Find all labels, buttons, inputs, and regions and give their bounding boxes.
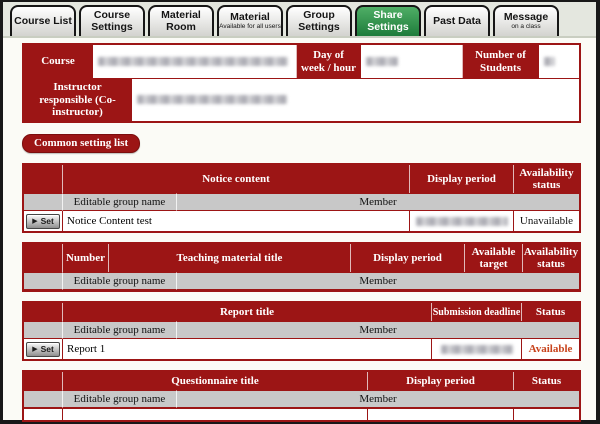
subheader-member: Member [176,321,579,339]
common-setting-list-button[interactable]: Common setting list [22,134,140,153]
subheader-member: Member [176,390,579,408]
header-cell-empty [24,165,62,193]
header-cell-display-period: Display period [367,372,513,390]
questionnaire-table: Questionnaire title Display period Statu… [22,370,581,422]
header-cell-number: Number [62,244,108,272]
notice-display-period-cell [409,211,513,231]
header-cell-availability-status: Availability status [522,244,579,272]
report-status-cell: Available [521,339,579,359]
app-window: { "tabs": [ {"label": "Course List"}, {"… [0,0,600,424]
course-info-row-2: Instructor responsible (Co-instructor) [24,78,579,121]
tab-label: Course List [14,16,72,27]
header-cell-empty [24,303,62,321]
play-icon: ▶ [32,346,37,353]
material-table-header: Number Teaching material title Display p… [24,244,579,272]
subheader-member: Member [176,272,579,290]
subheader-cell-empty [24,193,62,211]
redacted-submission-deadline [441,345,513,354]
header-cell-notice-content: Notice content [62,165,409,193]
tab-label: Message [504,12,548,23]
redacted-instructor-names [137,95,287,104]
set-button-label: Set [41,216,54,226]
instructor-label: Instructor responsible (Co-instructor) [24,79,131,121]
subheader-editable-group-name: Editable group name [62,321,176,339]
set-button-cell: ▶ Set [24,339,62,359]
set-button-cell: ▶ Set [24,211,62,231]
material-table-subheader: Editable group name Member [24,272,579,290]
tab-label: Group Settings [288,10,350,32]
tab-material[interactable]: Material Available for all users [217,5,283,36]
notice-table-subheader: Editable group name Member [24,193,579,211]
tab-label: Past Data [433,16,481,27]
students-label: Number of Students [462,45,538,78]
report-table-subheader: Editable group name Member [24,321,579,339]
day-of-week-value-cell [360,45,462,78]
tab-sublabel: Available for all users [219,24,281,31]
questionnaire-table-clipped-row [24,408,579,420]
redacted-day-of-week [366,57,398,66]
notice-table: Notice content Display period Availabili… [22,163,581,233]
tab-message[interactable]: Message on a class [493,5,559,36]
notice-table-row: ▶ Set Notice Content test Unavailable [24,211,579,231]
tab-group-settings[interactable]: Group Settings [286,5,352,36]
tab-label: Course Settings [81,10,143,32]
questionnaire-table-subheader: Editable group name Member [24,390,579,408]
report-table-header: Report title Submission deadline Status [24,303,579,321]
tab-course-settings[interactable]: Course Settings [79,5,145,36]
students-value-cell [538,45,579,78]
header-cell-display-period: Display period [409,165,513,193]
questionnaire-table-header: Questionnaire title Display period Statu… [24,372,579,390]
subheader-member: Member [176,193,579,211]
header-cell-available-target: Available target [464,244,522,272]
tab-bar: Course List Course Settings Material Roo… [3,2,596,38]
redacted-student-count [544,57,555,66]
teaching-material-table: Number Teaching material title Display p… [22,242,581,292]
report-table: Report title Submission deadline Status … [22,301,581,361]
play-icon: ▶ [32,218,37,225]
tab-material-room[interactable]: Material Room [148,5,214,36]
tab-share-settings[interactable]: Share Settings [355,5,421,36]
notice-status-cell: Unavailable [513,211,579,231]
notice-table-header: Notice content Display period Availabili… [24,165,579,193]
tab-past-data[interactable]: Past Data [424,5,490,36]
report-table-row: ▶ Set Report 1 Available [24,339,579,359]
course-value-cell [92,45,296,78]
redacted-display-period [416,217,508,226]
set-button[interactable]: ▶ Set [26,214,60,229]
course-info-row-1: Course Day of week / hour Number of Stud… [24,45,579,78]
header-cell-display-period: Display period [350,244,464,272]
course-info-table: Course Day of week / hour Number of Stud… [22,43,581,123]
subheader-cell-empty [24,390,62,408]
report-deadline-cell [431,339,521,359]
notice-title-cell: Notice Content test [62,211,409,231]
tab-sublabel: on a class [511,24,540,31]
header-cell-empty [24,244,62,272]
day-of-week-label: Day of week / hour [296,45,360,78]
header-cell-empty [24,372,62,390]
tab-label: Material Room [150,10,212,32]
header-cell-submission-deadline: Submission deadline [431,303,521,321]
header-cell-status: Status [513,372,579,390]
course-label: Course [24,45,92,78]
instructor-value-cell [131,79,579,121]
header-cell-availability-status: Availability status [513,165,579,193]
subheader-editable-group-name: Editable group name [62,390,176,408]
header-cell-questionnaire-title: Questionnaire title [62,372,367,390]
tab-label: Share Settings [357,10,419,32]
subheader-editable-group-name: Editable group name [62,272,176,290]
set-button[interactable]: ▶ Set [26,342,60,357]
subheader-cell-empty [24,321,62,339]
header-cell-status: Status [521,303,579,321]
main-content: Course Day of week / hour Number of Stud… [3,38,596,422]
tab-course-list[interactable]: Course List [10,5,76,36]
report-title-cell: Report 1 [62,339,431,359]
subheader-editable-group-name: Editable group name [62,193,176,211]
tab-label: Material [230,12,270,23]
header-cell-material-title: Teaching material title [108,244,350,272]
set-button-label: Set [41,344,54,354]
subheader-cell-empty [24,272,62,290]
header-cell-report-title: Report title [62,303,431,321]
redacted-course-name [98,57,288,66]
